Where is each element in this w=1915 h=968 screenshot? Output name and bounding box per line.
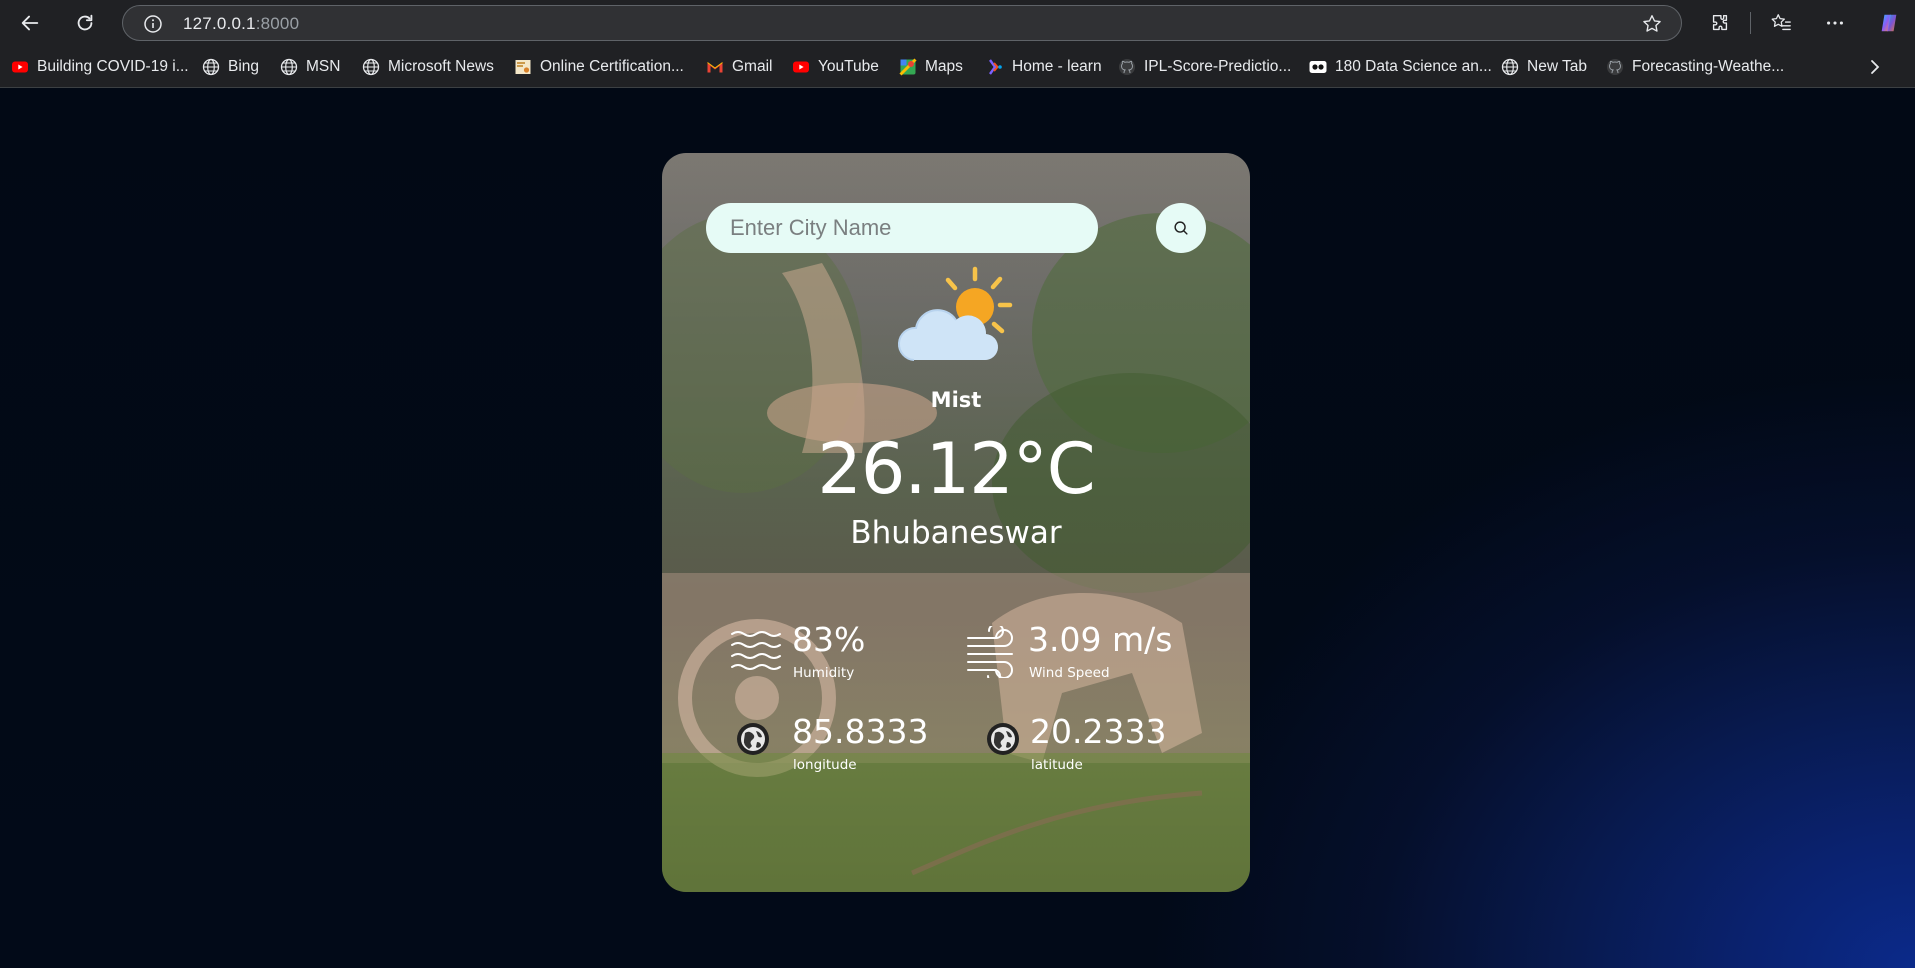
bookmark-label: Online Certification... (540, 58, 684, 75)
bookmark-label: Bing (228, 58, 260, 75)
bookmarks-bar: Building COVID-19 i... Bing MSN Microsof… (0, 46, 1915, 88)
globe-icon (987, 723, 1019, 755)
bookmark-youtube[interactable]: YouTube (792, 55, 879, 79)
bookmark-label: Building COVID-19 i... (37, 58, 189, 75)
globe-icon (202, 58, 220, 76)
bookmark-new-tab[interactable]: New Tab (1501, 55, 1587, 79)
bookmark-label: New Tab (1527, 58, 1588, 75)
copilot-icon (1881, 14, 1897, 32)
bookmark-data-science[interactable]: 180 Data Science an... (1309, 55, 1492, 79)
more-menu-button[interactable] (1817, 6, 1853, 40)
bookmark-label: 180 Data Science an... (1335, 58, 1492, 75)
learn-icon (989, 59, 1002, 75)
weather-card: Mist 26.12°C Bhubaneswar 83% Humidity (662, 153, 1250, 892)
browser-toolbar: 127.0.0.1:8000 (0, 0, 1915, 46)
latitude-value: 20.2333 (1030, 712, 1167, 751)
favorites-list-icon (1771, 14, 1791, 31)
extensions-button[interactable] (1702, 6, 1738, 40)
humidity-waves-icon (731, 631, 781, 670)
bookmark-microsoft-news[interactable]: Microsoft News (362, 55, 494, 79)
longitude-label: longitude (793, 757, 857, 773)
city-search-input[interactable] (706, 203, 1098, 253)
camera-icon (1309, 61, 1327, 73)
certificate-icon (515, 60, 531, 74)
bookmark-label: Forecasting-Weathe... (1632, 58, 1785, 75)
bookmark-msn[interactable]: MSN (280, 55, 340, 79)
copilot-button[interactable] (1871, 6, 1907, 40)
bookmark-label: YouTube (818, 58, 879, 75)
weather-condition: Mist (930, 388, 982, 412)
bookmark-maps[interactable]: Maps (899, 55, 963, 79)
globe-icon (280, 58, 298, 76)
bookmark-label: MSN (306, 58, 341, 75)
toolbar-divider (1750, 12, 1751, 34)
github-icon (1119, 59, 1135, 75)
back-arrow-icon (21, 15, 39, 31)
refresh-icon (77, 14, 93, 31)
bookmark-label: Home - learn (1012, 58, 1102, 75)
more-dots-icon (1827, 21, 1843, 25)
bookmark-gmail[interactable]: Gmail (706, 55, 772, 79)
search-button[interactable] (1156, 203, 1206, 253)
back-button[interactable] (12, 6, 48, 40)
globe-icon (737, 723, 769, 755)
bookmark-label: IPL-Score-Predictio... (1144, 58, 1292, 75)
refresh-button[interactable] (67, 6, 103, 40)
longitude-value: 85.8333 (792, 712, 929, 751)
latitude-label: latitude (1031, 757, 1083, 773)
bookmark-label: Maps (925, 58, 963, 75)
globe-icon (362, 58, 380, 76)
chevron-right-icon[interactable] (1865, 57, 1885, 77)
favorite-star-icon[interactable] (1641, 13, 1663, 35)
partly-cloudy-icon (898, 266, 1013, 361)
puzzle-icon (1712, 14, 1728, 31)
bookmark-forecasting-weather[interactable]: Forecasting-Weathe... (1606, 55, 1784, 79)
humidity-label: Humidity (793, 665, 855, 681)
maps-icon (899, 58, 917, 76)
bookmark-home-learn[interactable]: Home - learn (986, 55, 1102, 79)
url-port: :8000 (255, 14, 300, 33)
bookmark-building-covid[interactable]: Building COVID-19 i... (11, 55, 189, 79)
wind-speed-label: Wind Speed (1029, 665, 1110, 681)
city-name: Bhubaneswar (850, 515, 1062, 551)
youtube-icon (12, 61, 28, 73)
bookmark-ipl-score[interactable]: IPL-Score-Predictio... (1118, 55, 1291, 79)
bookmark-online-certification[interactable]: Online Certification... (514, 55, 684, 79)
wind-icon (967, 626, 1013, 678)
bookmark-label: Gmail (732, 58, 773, 75)
bookmark-bing[interactable]: Bing (202, 55, 259, 79)
github-icon (1607, 59, 1623, 75)
bookmark-label: Microsoft News (388, 58, 494, 75)
address-bar[interactable]: 127.0.0.1:8000 (122, 5, 1682, 41)
humidity-value: 83% (792, 620, 866, 659)
temperature: 26.12°C (817, 428, 1095, 510)
page-viewport: Mist 26.12°C Bhubaneswar 83% Humidity (0, 88, 1915, 968)
globe-icon (1501, 58, 1519, 76)
youtube-icon (793, 61, 809, 73)
gmail-icon (707, 62, 723, 73)
url-text[interactable]: 127.0.0.1:8000 (183, 14, 299, 34)
wind-speed-value: 3.09 m/s (1028, 620, 1173, 659)
favorites-button[interactable] (1763, 6, 1799, 40)
url-host: 127.0.0.1 (183, 14, 256, 33)
search-icon (1174, 221, 1188, 235)
site-info-icon[interactable] (143, 14, 163, 34)
